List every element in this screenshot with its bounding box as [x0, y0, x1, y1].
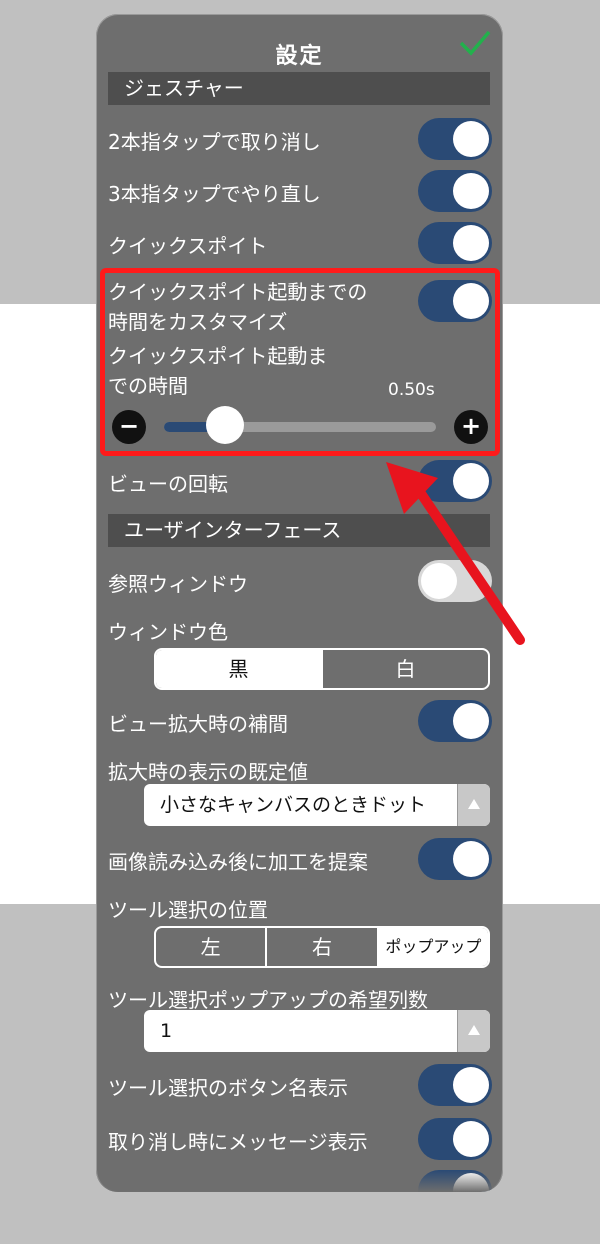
red-arrow-annotation — [386, 462, 525, 645]
